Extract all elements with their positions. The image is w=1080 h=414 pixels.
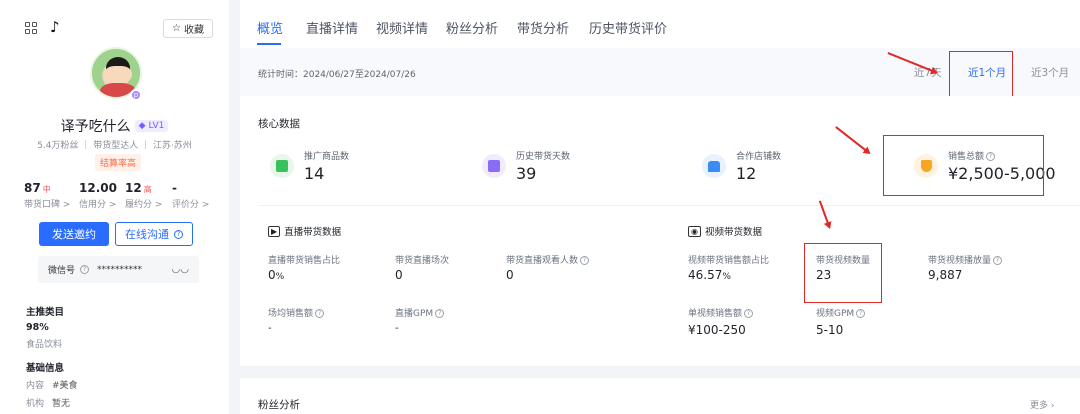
video-camera-icon: ◉ [688, 225, 701, 237]
favorite-label: 收藏 [183, 25, 204, 36]
tab-fans-analysis[interactable]: 粉丝分析 [446, 18, 498, 37]
tab-sales-analysis[interactable]: 带货分析 [517, 18, 569, 37]
category-title: 主推类目 [26, 307, 65, 318]
video-gpm-label: 视频GPM? [816, 306, 866, 319]
video-sales-share-value: 46.57% [688, 268, 731, 282]
creator-tag: 结算率高 [95, 154, 142, 171]
star-icon: ☆ [172, 23, 181, 34]
live-sales-share-label: 直播带货销售占比 [268, 256, 341, 266]
online-chat-button[interactable]: 在线沟通? [115, 222, 193, 246]
live-gpm-label: 直播GPM? [395, 306, 445, 319]
annotation-box-video-count [804, 243, 882, 303]
stat-review[interactable]: - 评价分 > [172, 181, 209, 210]
live-viewers-value: 0 [506, 268, 514, 282]
live-sessions-value: 0 [395, 268, 403, 282]
favorite-button[interactable]: ☆ 收藏 [163, 19, 213, 38]
video-section-title: ◉ 视频带货数据 [688, 224, 762, 238]
video-sales-share-label: 视频带货销售额占比 [688, 256, 770, 266]
tab-bar: 概览 直播详情 视频详情 粉丝分析 带货分析 历史带货评价 [240, 0, 1080, 48]
wechat-value: ********** [97, 264, 143, 275]
store-icon [702, 154, 726, 178]
kpi-label-history-days: 历史带货天数 [516, 152, 571, 162]
core-data-card: 核心数据 推广商品数 14 历史带货天数 39 合作店铺数 12 销售总额? ¥… [240, 96, 1080, 366]
stat-period: 统计时间：2024/06/27至2024/07/26 [258, 70, 416, 80]
live-gpm-value: - [395, 323, 399, 334]
annotation-box-1-month [949, 51, 1013, 97]
avg-sales-label: 场均销售额? [268, 306, 325, 319]
verified-badge-icon: p [130, 89, 142, 101]
kpi-label-products: 推广商品数 [304, 152, 350, 162]
product-icon [270, 154, 294, 178]
play-icon: ▶ [268, 225, 281, 237]
annotation-box-sales-total [883, 135, 1044, 196]
tab-history-reviews[interactable]: 历史带货评价 [589, 18, 667, 37]
category-name: 食品饮料 [26, 340, 63, 350]
kpi-value-stores: 12 [736, 164, 757, 183]
kpi-label-stores: 合作店铺数 [736, 152, 782, 162]
info-row-org: 机构 暂无 [26, 399, 71, 409]
creator-name: 译予吃什么 [60, 119, 131, 135]
stat-credit[interactable]: 12.00 信用分 > [79, 181, 117, 210]
tiktok-logo-icon: ♪ [50, 18, 60, 36]
help-icon: ? [78, 264, 90, 275]
single-video-sales-label: 单视频销售额? [688, 306, 754, 319]
category-percent: 98% [26, 322, 49, 333]
divider [258, 205, 1080, 206]
live-sales-share-value: 0% [268, 268, 285, 282]
help-icon: ? [174, 229, 183, 239]
live-section-title: ▶ 直播带货数据 [268, 224, 341, 238]
more-link[interactable]: 更多 › [1030, 398, 1054, 411]
video-plays-value: 9,887 [928, 268, 963, 282]
info-row-content: 内容 #美食 [26, 381, 78, 391]
kpi-value-products: 14 [304, 164, 325, 183]
send-invite-button[interactable]: 发送邀约 [39, 222, 109, 246]
kpi-value-history-days: 39 [516, 164, 537, 183]
tab-overview[interactable]: 概览 [257, 18, 283, 37]
active-tab-indicator [257, 43, 281, 45]
name-row: 译予吃什么 ◆ LV1 [0, 116, 229, 136]
tab-video-detail[interactable]: 视频详情 [376, 18, 428, 37]
basic-info-title: 基础信息 [26, 363, 65, 374]
fans-analysis-card: 粉丝分析 更多 › [240, 378, 1080, 414]
fans-analysis-title: 粉丝分析 [258, 399, 300, 411]
video-gpm-value: 5-10 [816, 323, 844, 337]
creator-meta: 5.4万粉丝 ｜ 带货型达人 ｜ 江苏·苏州 [37, 141, 192, 151]
avg-sales-value: - [268, 323, 272, 334]
wechat-field: 微信号 ? ********** ◡◡ [38, 256, 199, 283]
history-days-icon [482, 154, 506, 178]
stat-reputation[interactable]: 87 中 带货口碑 > [24, 181, 70, 210]
range-3-months[interactable]: 近3个月 [1031, 65, 1069, 80]
main-panel: 概览 直播详情 视频详情 粉丝分析 带货分析 历史带货评价 统计时间：2024/… [240, 0, 1080, 414]
date-range-bar: 统计时间：2024/06/27至2024/07/26 近7天 近1个月 近3个月 [240, 48, 1080, 97]
stat-fulfillment[interactable]: 12 高 履约分 > [125, 181, 162, 210]
grid-menu-icon[interactable] [25, 22, 37, 34]
live-viewers-label: 带货直播观看人数? [506, 253, 590, 266]
tab-live-detail[interactable]: 直播详情 [306, 18, 358, 37]
level-badge: ◆ LV1 [134, 120, 169, 132]
video-plays-label: 带货视频播放量? [928, 253, 1003, 266]
core-data-title: 核心数据 [258, 118, 300, 130]
creator-profile-sidebar: ♪ ☆ 收藏 p 译予吃什么 ◆ LV1 5.4万粉丝 ｜ 带货型达人 ｜ 江苏… [0, 0, 229, 414]
eye-closed-icon[interactable]: ◡◡ [172, 264, 189, 275]
single-video-sales-value: ¥100-250 [688, 323, 746, 337]
live-sessions-label: 带货直播场次 [395, 256, 450, 266]
